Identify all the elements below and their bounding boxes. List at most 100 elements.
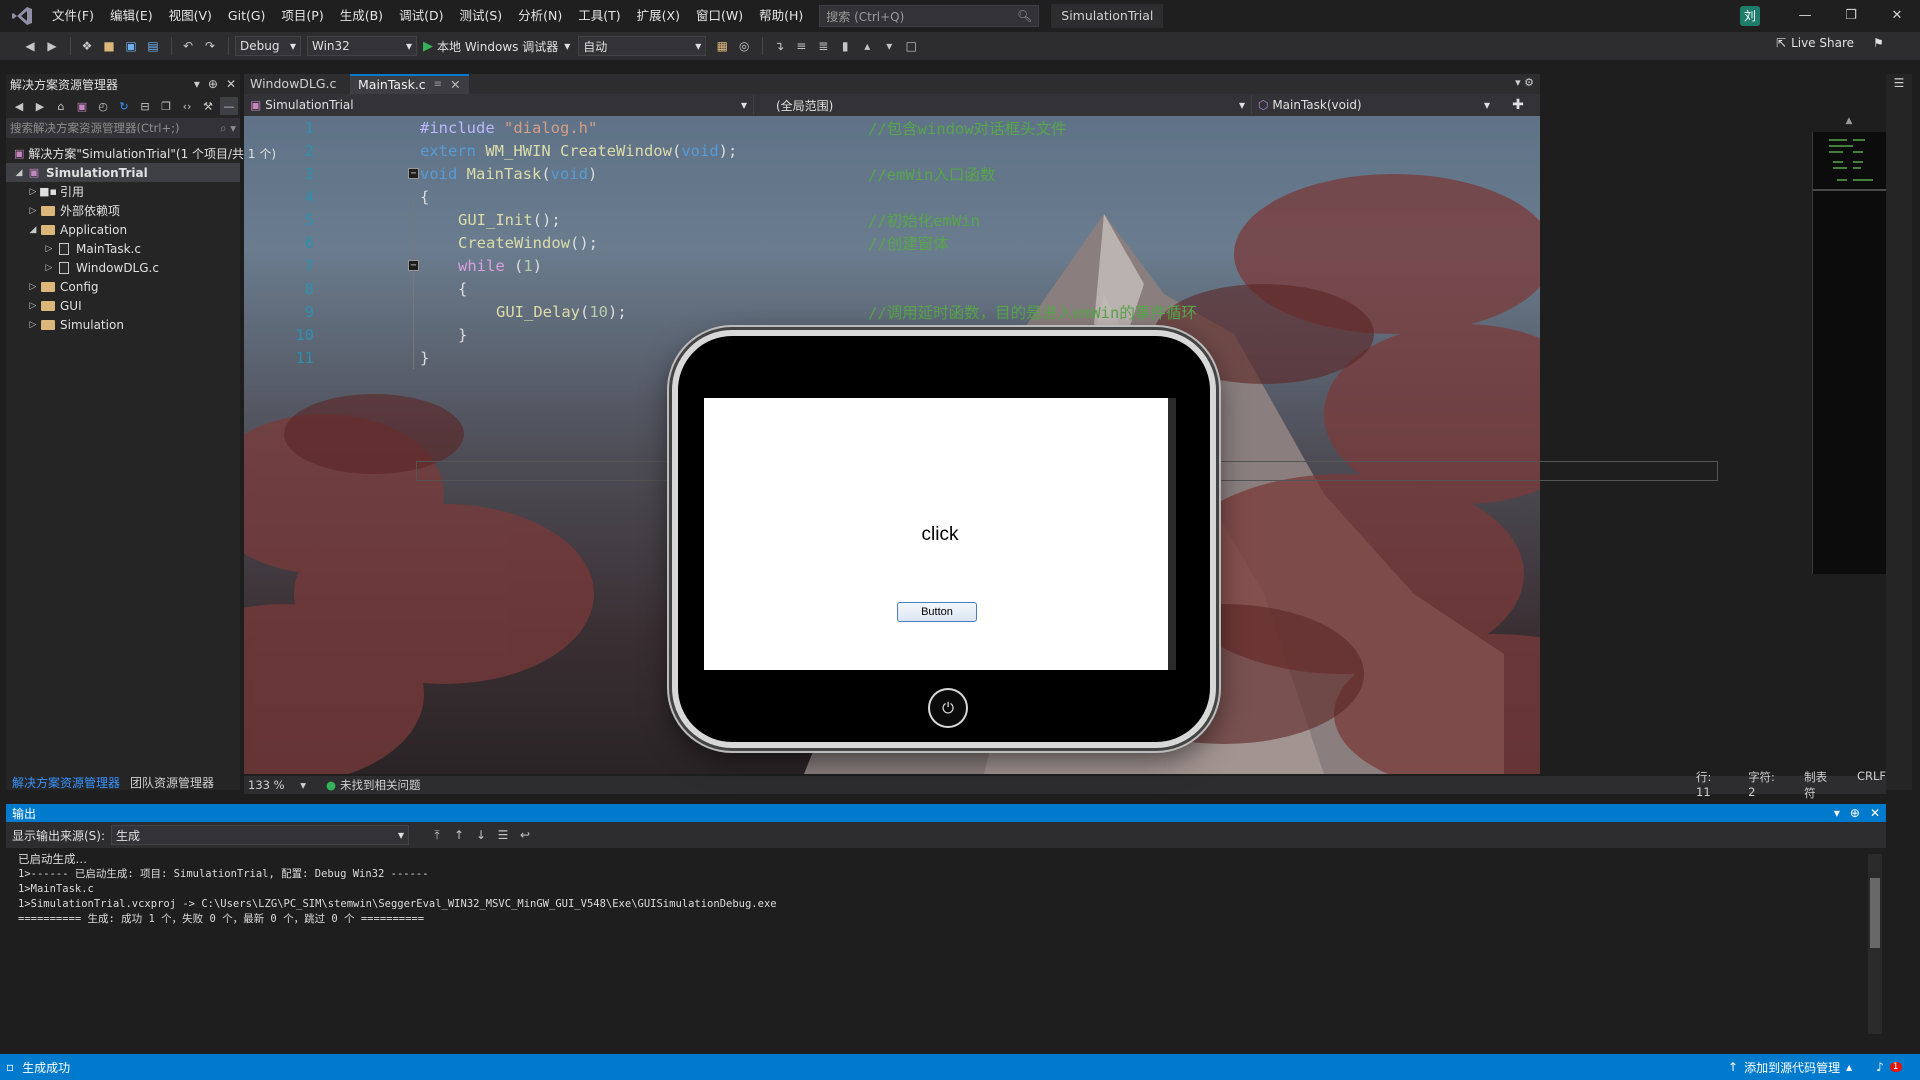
- line-ending[interactable]: CRLF: [1857, 769, 1886, 801]
- sim-button[interactable]: Button: [897, 602, 977, 622]
- close-icon[interactable]: ✕: [1870, 806, 1880, 820]
- scroll-thumb[interactable]: [1870, 878, 1880, 948]
- menu-item-9[interactable]: 工具(T): [570, 0, 628, 32]
- tree-item-application[interactable]: ◢ Application: [6, 220, 240, 239]
- tree-item-config[interactable]: ▷ Config: [6, 277, 240, 296]
- word-wrap-icon[interactable]: ↩: [515, 825, 535, 845]
- menu-item-5[interactable]: 生成(B): [332, 0, 391, 32]
- tab-maintask[interactable]: MainTask.c ≡ ✕: [350, 74, 469, 94]
- view-code-icon[interactable]: ‹›: [178, 97, 196, 115]
- forward-icon[interactable]: ▶: [31, 97, 49, 115]
- issues-indicator[interactable]: ● 未找到相关问题: [326, 777, 421, 793]
- show-all-files-icon[interactable]: ❐: [157, 97, 175, 115]
- collapse-all-icon[interactable]: ⊟: [136, 97, 154, 115]
- menu-item-3[interactable]: Git(G): [220, 0, 274, 32]
- undo-icon[interactable]: ↶: [178, 36, 198, 56]
- chevron-down-icon[interactable]: ▾: [1834, 806, 1840, 820]
- tab-solution-explorer[interactable]: 解决方案资源管理器: [12, 774, 120, 792]
- collapsed-icon[interactable]: ▷: [26, 282, 40, 292]
- menu-item-8[interactable]: 分析(N): [510, 0, 570, 32]
- sync-icon[interactable]: ↻: [115, 97, 133, 115]
- pin-icon[interactable]: ≡: [434, 75, 442, 95]
- scroll-up-icon[interactable]: ▲: [1812, 116, 1886, 132]
- menu-item-6[interactable]: 调试(D): [391, 0, 451, 32]
- collapsed-icon[interactable]: ▷: [26, 187, 40, 197]
- tree-item-simulation[interactable]: ▷ Simulation: [6, 315, 240, 334]
- pin-icon[interactable]: ⊕: [208, 77, 218, 91]
- open-folder-icon[interactable]: ■: [99, 36, 119, 56]
- search-input[interactable]: 搜索 (Ctrl+Q) 🔍︎: [819, 5, 1040, 27]
- member-nav-dropdown[interactable]: ⬡ MainTask(void) ▾: [1252, 95, 1496, 115]
- live-share-button[interactable]: ⇱ Live Share ⚑: [1776, 36, 1884, 50]
- menu-item-10[interactable]: 扩展(X): [629, 0, 688, 32]
- properties-wrench-icon[interactable]: ⚒: [199, 97, 217, 115]
- tree-solution[interactable]: ▣ 解决方案"SimulationTrial"(1 个项目/共 1 个): [6, 144, 276, 163]
- visual-studio-logo-icon[interactable]: [0, 0, 44, 32]
- zoom-dropdown[interactable]: 133 % ▾: [244, 778, 306, 792]
- prev-bookmark-icon[interactable]: ▴: [857, 36, 877, 56]
- bookmark-icon[interactable]: ▮: [835, 36, 855, 56]
- clear-bookmarks-icon[interactable]: □: [901, 36, 921, 56]
- new-project-icon[interactable]: ❖: [77, 36, 97, 56]
- back-icon[interactable]: ◀: [10, 97, 28, 115]
- user-avatar[interactable]: 刘: [1740, 6, 1760, 26]
- platform-dropdown[interactable]: Win32 ▾: [307, 36, 417, 56]
- tab-overflow-icon[interactable]: ▾ ⚙: [1515, 76, 1534, 89]
- simulator-screen[interactable]: click Button: [704, 398, 1176, 670]
- pending-changes-icon[interactable]: ◴: [94, 97, 112, 115]
- save-icon[interactable]: ▣: [121, 36, 141, 56]
- minimap[interactable]: [1812, 132, 1887, 574]
- indent-mode[interactable]: 制表符: [1804, 769, 1837, 801]
- menu-item-2[interactable]: 视图(V): [161, 0, 220, 32]
- find-message-icon[interactable]: ⤒: [427, 825, 447, 845]
- power-icon[interactable]: ⏻: [928, 688, 968, 728]
- restore-icon[interactable]: ❐: [1828, 0, 1874, 32]
- prev-message-icon[interactable]: ↑: [449, 825, 469, 845]
- tab-team-explorer[interactable]: 团队资源管理器: [130, 774, 214, 792]
- pin-icon[interactable]: ⊕: [1850, 806, 1860, 820]
- tree-item-gui[interactable]: ▷ GUI: [6, 296, 240, 315]
- menu-item-7[interactable]: 测试(S): [451, 0, 510, 32]
- output-source-dropdown[interactable]: 生成 ▾: [111, 825, 410, 845]
- tab-windowdlg[interactable]: WindowDLG.c: [244, 74, 344, 94]
- close-tab-icon[interactable]: ✕: [450, 75, 460, 95]
- add-to-source-control[interactable]: 添加到源代码管理: [1744, 1059, 1840, 1076]
- uncomment-icon[interactable]: ≣: [813, 36, 833, 56]
- split-editor-icon[interactable]: ✚: [1496, 97, 1540, 113]
- comment-icon[interactable]: ≡: [791, 36, 811, 56]
- next-message-icon[interactable]: ↓: [471, 825, 491, 845]
- project-nav-dropdown[interactable]: ▣ SimulationTrial ▾: [244, 95, 754, 115]
- notification-bell-icon[interactable]: ♪: [1876, 1060, 1884, 1074]
- redo-icon[interactable]: ↷: [200, 36, 220, 56]
- step-icon[interactable]: ↴: [769, 36, 789, 56]
- home-icon[interactable]: ⌂: [52, 97, 70, 115]
- forward-icon[interactable]: ▶: [42, 36, 62, 56]
- scope-nav-dropdown[interactable]: (全局范围) ▾: [754, 95, 1252, 115]
- close-icon[interactable]: ✕: [226, 77, 236, 91]
- chevron-down-icon[interactable]: ▾: [194, 77, 200, 91]
- menu-item-4[interactable]: 项目(P): [273, 0, 331, 32]
- output-scrollbar[interactable]: [1868, 854, 1882, 1034]
- preview-icon[interactable]: —: [220, 97, 238, 115]
- menu-item-12[interactable]: 帮助(H): [751, 0, 811, 32]
- properties-icon[interactable]: ☰: [1886, 74, 1912, 90]
- browser-icon[interactable]: ▦: [712, 36, 732, 56]
- collapsed-icon[interactable]: ▷: [42, 263, 56, 273]
- tree-item-external-deps[interactable]: ▷ 外部依赖项: [6, 201, 240, 220]
- minimize-icon[interactable]: —: [1782, 0, 1828, 32]
- menu-item-0[interactable]: 文件(F): [44, 0, 102, 32]
- expand-icon[interactable]: ◢: [12, 168, 26, 178]
- collapse-icon[interactable]: −: [408, 168, 419, 179]
- collapsed-icon[interactable]: ▷: [42, 244, 56, 254]
- feedback-icon[interactable]: ⚑: [1873, 36, 1884, 50]
- switch-views-icon[interactable]: ▣: [73, 97, 91, 115]
- back-icon[interactable]: ◀: [20, 36, 40, 56]
- tree-item-maintask[interactable]: ▷ MainTask.c: [6, 239, 240, 258]
- configuration-dropdown[interactable]: Debug ▾: [235, 36, 301, 56]
- collapsed-icon[interactable]: ▷: [26, 320, 40, 330]
- save-all-icon[interactable]: ▤: [143, 36, 163, 56]
- collapsed-icon[interactable]: ▷: [26, 206, 40, 216]
- start-debugging-button[interactable]: ▶ 本地 Windows 调试器 ▾: [423, 38, 570, 55]
- output-text[interactable]: 已启动生成… 1>------ 已启动生成: 项目: SimulationTri…: [6, 848, 1886, 931]
- tree-item-references[interactable]: ▷ ■▪ 引用: [6, 182, 240, 201]
